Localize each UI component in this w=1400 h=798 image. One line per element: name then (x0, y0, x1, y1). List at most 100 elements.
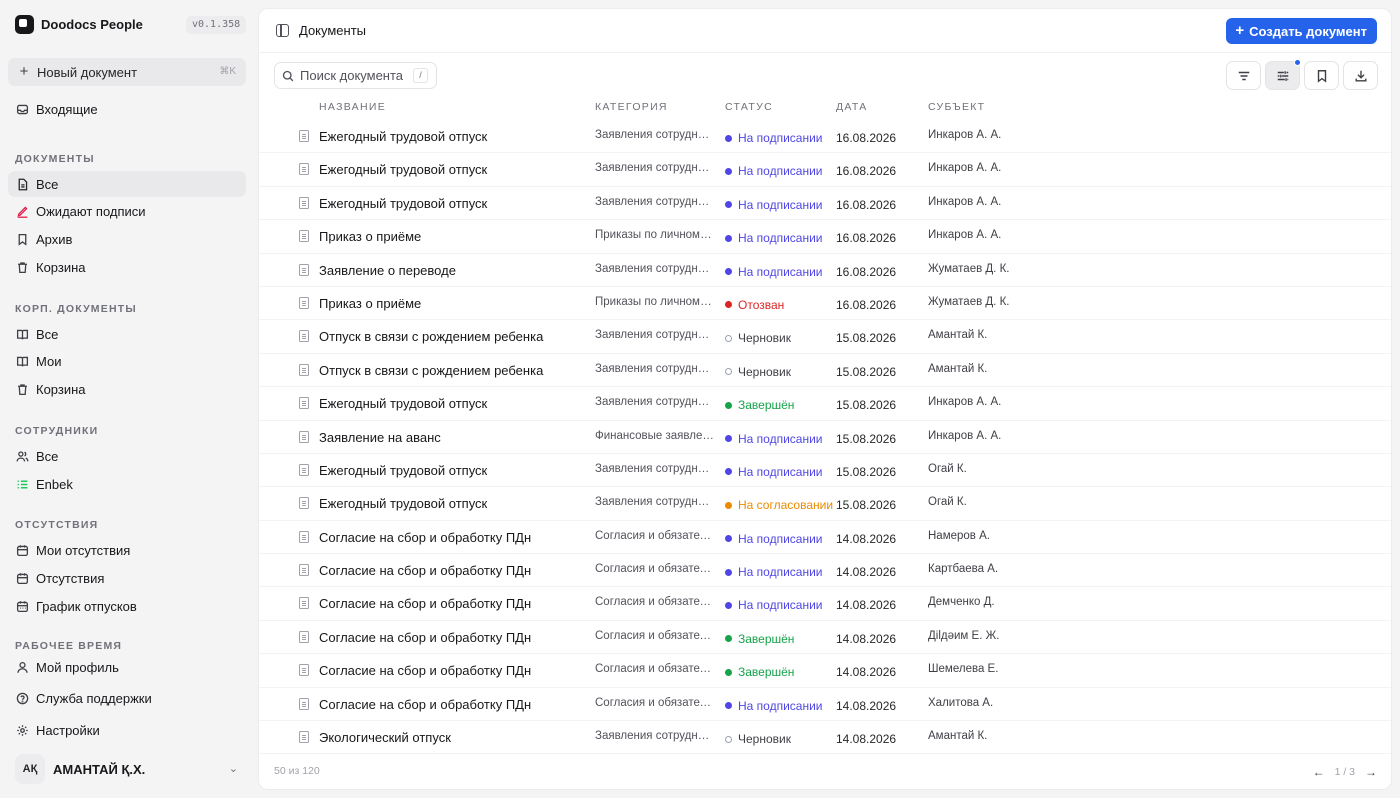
table-row[interactable]: Заявление о переводе Заявления сотруднико… (259, 254, 1391, 287)
document-name[interactable]: Ежегодный трудовой отпуск (319, 496, 487, 511)
sidebar-item-profile[interactable]: Мой профиль (8, 654, 246, 680)
document-name[interactable]: Ежегодный трудовой отпуск (319, 162, 487, 177)
sidebar-item-vacation-schedule[interactable]: График отпусков (8, 593, 246, 619)
sidebar-item-label: Настройки (36, 722, 100, 738)
sidebar-item-enbek[interactable]: Enbek (8, 471, 246, 497)
sidebar-item-corp-all[interactable]: Все (8, 321, 246, 347)
document-name[interactable]: Согласие на сбор и обработку ПДн (319, 697, 531, 712)
version-badge: v0.1.358 (186, 16, 247, 34)
sidebar-item-settings[interactable]: Настройки (8, 717, 246, 743)
sliders-icon (1277, 70, 1288, 81)
documents-table-body: Ежегодный трудовой отпуск Заявления сотру… (259, 120, 1391, 755)
status-label: Черновик (738, 732, 791, 747)
table-row[interactable]: Заявление на аванс Финансовые заявления На… (259, 421, 1391, 454)
table-row[interactable]: Согласие на сбор и обработку ПДн Согласия… (259, 688, 1391, 722)
document-name[interactable]: Ежегодный трудовой отпуск (319, 196, 487, 211)
sort-button[interactable] (1226, 61, 1261, 90)
status-dot-icon (725, 601, 732, 609)
sidebar-item-label: Все (36, 176, 59, 192)
next-page-button[interactable]: → (1365, 765, 1377, 779)
status-badge: Отозван (725, 298, 784, 312)
sidebar-item-label: Отсутствия (36, 570, 105, 586)
search-input[interactable] (300, 68, 410, 83)
table-row[interactable]: Ежегодный трудовой отпуск Заявления сотру… (259, 487, 1391, 521)
table-row[interactable]: Отпуск в связи с рождением ребенка Заявле… (259, 320, 1391, 354)
sidebar-item-support[interactable]: Служба поддержки (8, 685, 246, 711)
table-row[interactable]: Приказ о приёме Приказы по личному состав… (259, 287, 1391, 321)
brand[interactable]: Doodocs People (15, 15, 143, 34)
table-header: Название Категория Статус Дата Субъект (259, 97, 1391, 119)
table-row[interactable]: Отпуск в связи с рождением ребенка Заявле… (259, 354, 1391, 388)
document-name[interactable]: Экологический отпуск (319, 730, 451, 745)
status-dot-icon (725, 735, 732, 743)
table-row[interactable]: Экологический отпуск Заявления сотруднико… (259, 721, 1391, 755)
status-badge: Завершён (725, 632, 794, 646)
document-name[interactable]: Ежегодный трудовой отпуск (319, 463, 487, 478)
toggle-sidebar-icon[interactable] (276, 24, 289, 37)
status-label: На подписании (738, 197, 823, 212)
document-name[interactable]: Согласие на сбор и обработку ПДн (319, 563, 531, 578)
table-row[interactable]: Согласие на сбор и обработку ПДн Согласия… (259, 554, 1391, 588)
document-icon (299, 196, 309, 209)
document-name[interactable]: Приказ о приёме (319, 229, 421, 244)
document-name[interactable]: Согласие на сбор и обработку ПДн (319, 663, 531, 678)
document-name[interactable]: Согласие на сбор и обработку ПДн (319, 530, 531, 545)
document-name[interactable]: Отпуск в связи с рождением ребенка (319, 363, 543, 378)
sidebar-item-employees-all[interactable]: Все (8, 443, 246, 469)
sidebar-item-documents-all[interactable]: Все (8, 171, 246, 197)
status-dot-icon (725, 167, 732, 175)
new-document-button[interactable]: + Новый документ ⌘K (8, 58, 246, 86)
sidebar-item-label: Архив (36, 231, 73, 247)
download-button[interactable] (1343, 61, 1378, 90)
status-label: На подписании (738, 431, 823, 446)
sidebar-item-trash[interactable]: Корзина (8, 254, 246, 280)
document-category: Заявления сотрудников (595, 730, 715, 743)
sidebar-item-awaiting-signature[interactable]: Ожидают подписи (8, 198, 246, 224)
document-subject: Халитова А. (928, 696, 994, 709)
sidebar-item-inbox[interactable]: Входящие (8, 96, 246, 122)
column-header-status[interactable]: Статус (725, 101, 773, 113)
table-row[interactable]: Ежегодный трудовой отпуск Заявления сотру… (259, 454, 1391, 488)
user-menu[interactable]: АҚ АМАНТАЙ Қ.Х. ⌄ (8, 752, 246, 786)
status-badge: Черновик (725, 365, 791, 379)
chevron-down-icon: ⌄ (228, 763, 238, 775)
document-name[interactable]: Заявление на аванс (319, 430, 441, 445)
document-name[interactable]: Приказ о приёме (319, 296, 421, 311)
table-row[interactable]: Приказ о приёме Приказы по личному состав… (259, 220, 1391, 254)
sidebar-item-corp-trash[interactable]: Корзина (8, 376, 246, 402)
table-row[interactable]: Ежегодный трудовой отпуск Заявления сотру… (259, 120, 1391, 154)
users-icon (15, 449, 29, 463)
sidebar-item-archive[interactable]: Архив (8, 226, 246, 252)
saved-views-button[interactable] (1304, 61, 1339, 90)
document-name[interactable]: Согласие на сбор и обработку ПДн (319, 596, 531, 611)
prev-page-button[interactable]: ← (1313, 765, 1325, 779)
column-header-category[interactable]: Категория (595, 101, 668, 113)
table-row[interactable]: Согласие на сбор и обработку ПДн Согласия… (259, 654, 1391, 688)
document-name[interactable]: Согласие на сбор и обработку ПДн (319, 630, 531, 645)
document-name[interactable]: Ежегодный трудовой отпуск (319, 396, 487, 411)
table-row[interactable]: Согласие на сбор и обработку ПДн Согласия… (259, 621, 1391, 655)
document-category: Заявления сотрудников (595, 129, 715, 141)
document-name[interactable]: Ежегодный трудовой отпуск (319, 129, 487, 144)
document-name[interactable]: Отпуск в связи с рождением ребенка (319, 329, 543, 344)
search-box[interactable]: / (274, 62, 437, 89)
filter-button[interactable] (1265, 59, 1301, 90)
create-document-button[interactable]: + Создать документ (1226, 18, 1377, 44)
document-category: Заявления сотрудников (595, 329, 715, 342)
column-header-subject[interactable]: Субъект (928, 101, 985, 113)
sidebar-item-corp-mine[interactable]: Мои (8, 348, 246, 374)
document-date: 15.08.2026 (836, 331, 897, 346)
sidebar-item-my-absences[interactable]: Мои отсутствия (8, 537, 246, 563)
column-header-name[interactable]: Название (319, 101, 386, 113)
sidebar-item-absences[interactable]: Отсутствия (8, 565, 246, 591)
table-row[interactable]: Согласие на сбор и обработку ПДн Согласия… (259, 521, 1391, 555)
table-row[interactable]: Ежегодный трудовой отпуск Заявления сотру… (259, 387, 1391, 421)
document-icon (299, 697, 309, 710)
table-row[interactable]: Ежегодный трудовой отпуск Заявления сотру… (259, 153, 1391, 187)
document-category: Финансовые заявления (595, 429, 715, 442)
document-name[interactable]: Заявление о переводе (319, 263, 456, 278)
document-date: 14.08.2026 (836, 732, 897, 747)
table-row[interactable]: Согласие на сбор и обработку ПДн Согласия… (259, 587, 1391, 621)
column-header-date[interactable]: Дата (836, 101, 868, 113)
table-row[interactable]: Ежегодный трудовой отпуск Заявления сотру… (259, 187, 1391, 221)
